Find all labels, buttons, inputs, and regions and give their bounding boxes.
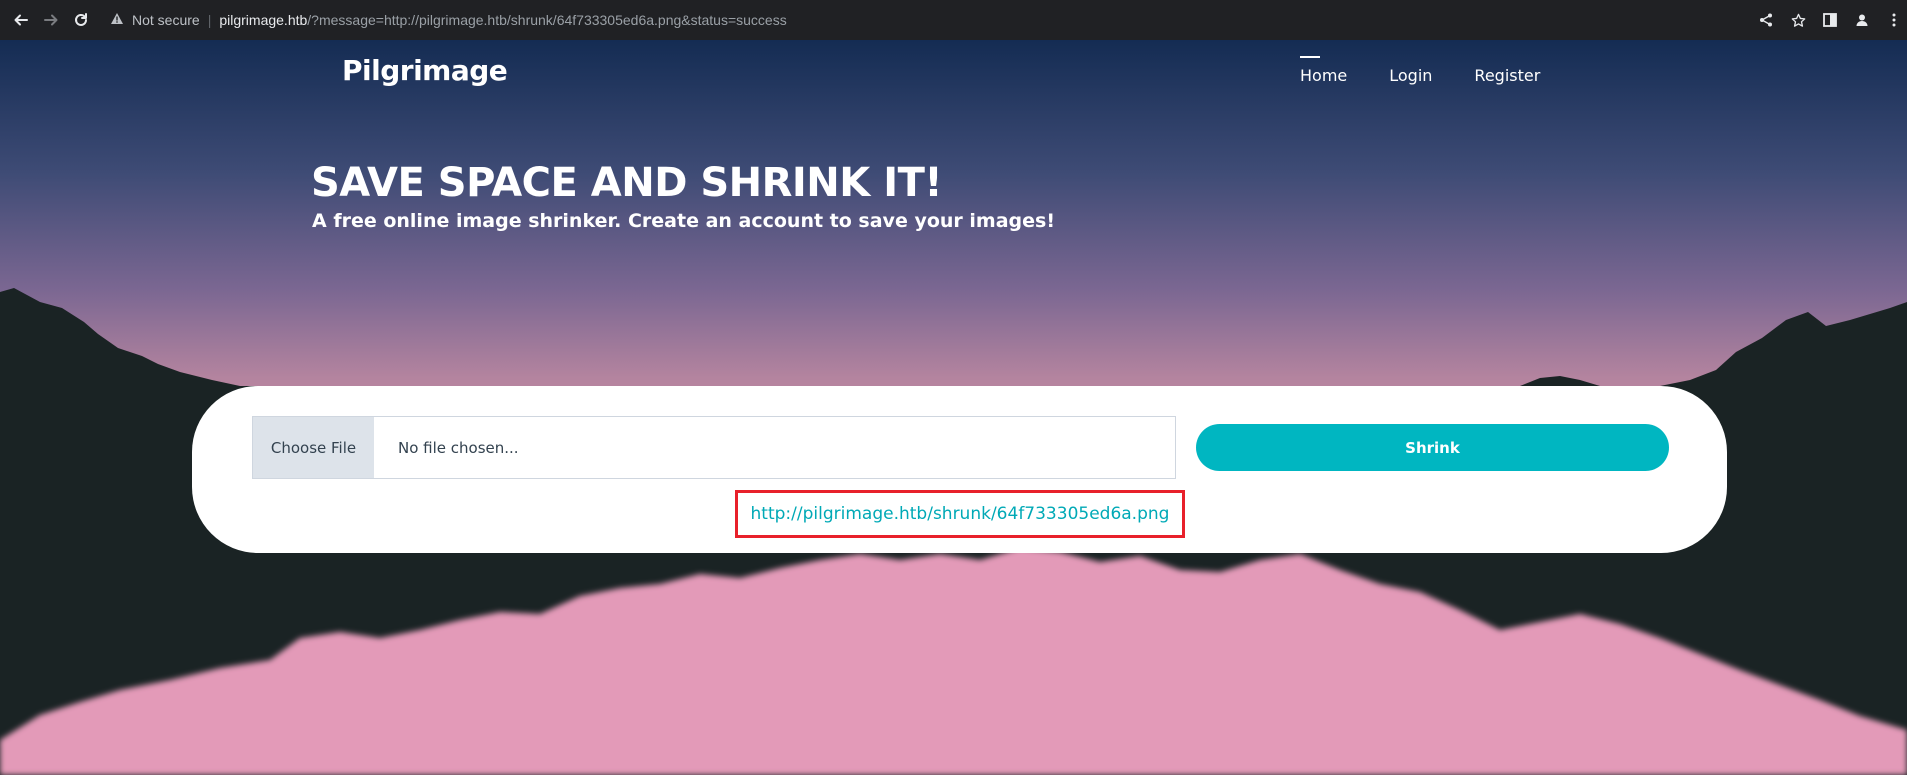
file-name-label: No file chosen... [398,438,519,457]
hero-title: SAVE SPACE AND SHRINK IT! [311,160,943,206]
url-host: pilgrimage.htb [219,12,308,28]
nav-register-link[interactable]: Register [1474,66,1540,85]
forward-icon[interactable] [36,5,66,35]
star-icon[interactable] [1789,11,1807,29]
shrunk-image-link[interactable]: http://pilgrimage.htb/shrunk/64f733305ed… [751,504,1170,524]
browser-toolbar: Not secure | pilgrimage.htb /?message=ht… [0,0,1907,40]
upload-card: Choose File No file chosen... Shrink htt… [192,386,1727,553]
address-bar[interactable]: Not secure | pilgrimage.htb /?message=ht… [110,5,1757,35]
shrink-button[interactable]: Shrink [1196,424,1669,471]
warning-icon[interactable] [110,12,124,28]
page: Pilgrimage Home Login Register SAVE SPAC… [0,40,1907,775]
hero-subtitle: A free online image shrinker. Create an … [312,210,1055,232]
back-icon[interactable] [6,5,36,35]
reload-icon[interactable] [66,5,96,35]
menu-icon[interactable] [1885,11,1903,29]
result-highlight-box: http://pilgrimage.htb/shrunk/64f733305ed… [735,490,1185,538]
site-logo[interactable]: Pilgrimage [342,54,508,87]
url-path: /?message=http://pilgrimage.htb/shrunk/6… [307,12,787,28]
nav-login-link[interactable]: Login [1389,66,1432,85]
choose-file-button[interactable]: Choose File [253,417,374,478]
security-label[interactable]: Not secure [132,12,200,28]
nav-home-link[interactable]: Home [1300,56,1347,85]
profile-icon[interactable] [1853,11,1871,29]
side-panel-icon[interactable] [1821,11,1839,29]
share-icon[interactable] [1757,11,1775,29]
file-input[interactable]: Choose File No file chosen... [252,416,1176,479]
main-nav: Home Login Register [1300,56,1582,85]
omnibox-separator: | [207,12,212,28]
